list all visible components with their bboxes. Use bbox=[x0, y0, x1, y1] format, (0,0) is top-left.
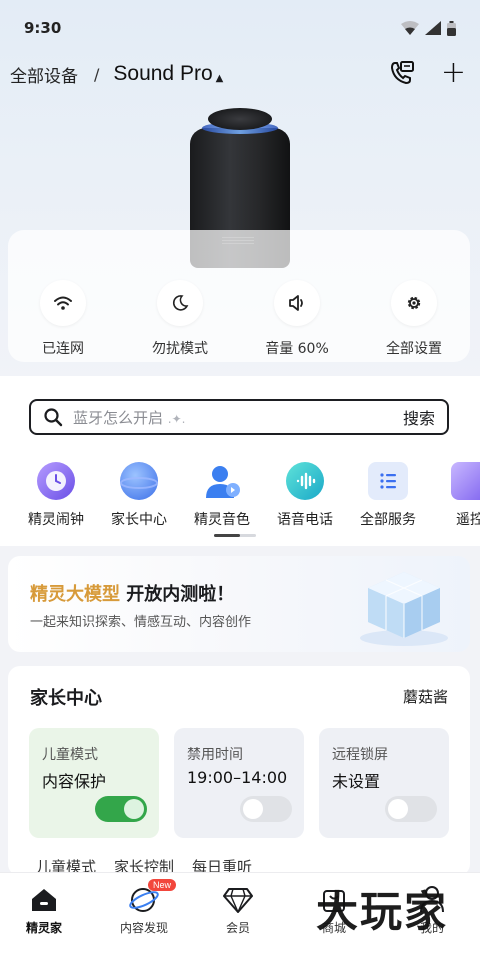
all-devices-link[interactable]: 全部设备 bbox=[10, 62, 78, 87]
tab-home[interactable]: 精灵家 bbox=[4, 883, 84, 936]
nav-actions: + bbox=[389, 58, 466, 88]
new-badge: New bbox=[148, 879, 177, 891]
cell-signal-icon bbox=[425, 21, 441, 35]
status-time: 9:30 bbox=[24, 19, 62, 37]
wifi-signal-icon bbox=[401, 21, 419, 35]
search-icon bbox=[44, 408, 63, 427]
status-bar: 9:30 bbox=[0, 0, 480, 56]
control-label: 全部设置 bbox=[386, 341, 442, 357]
card-value: 内容保护 bbox=[42, 772, 107, 791]
planet-icon bbox=[120, 462, 158, 500]
volume-icon bbox=[289, 295, 303, 311]
list-icon bbox=[368, 462, 408, 500]
tab-membership[interactable]: 会员 bbox=[198, 883, 278, 936]
voice-call-icon bbox=[286, 462, 324, 500]
device-control-card: 已连网 勿扰模式 音量 60% 全部设置 bbox=[8, 230, 470, 362]
section-title: 家长中心 bbox=[30, 688, 102, 709]
shortcut-parent-center[interactable]: 家长中心 bbox=[99, 462, 179, 529]
shortcut-label: 精灵音色 bbox=[194, 512, 250, 528]
card-key: 儿童模式 bbox=[42, 747, 98, 763]
device-caret-icon[interactable]: ▲ bbox=[216, 73, 224, 84]
search-bar[interactable]: 蓝牙怎么开启 .✦. 搜索 bbox=[29, 399, 449, 435]
promo-title: 精灵大模型 开放内测啦！ bbox=[30, 584, 235, 605]
control-volume[interactable]: 音量 60% bbox=[242, 280, 352, 358]
search-input[interactable]: 蓝牙怎么开启 .✦. bbox=[73, 407, 403, 428]
promo-banner[interactable]: 精灵大模型 开放内测啦！ 一起来知识探索、情感互动、内容创作 bbox=[8, 556, 470, 652]
alarm-clock-icon bbox=[37, 462, 75, 500]
device-nav: 全部设备 / Sound Pro ▲ + bbox=[0, 56, 480, 92]
cube-illustration bbox=[360, 572, 448, 646]
parent-center-card: 家长中心 蘑菇酱 儿童模式 内容保护 禁用时间 19:00–14:00 远程锁屏… bbox=[8, 666, 470, 876]
status-icons bbox=[401, 20, 456, 36]
device-selector[interactable]: Sound Pro bbox=[113, 62, 212, 86]
child-mode-toggle[interactable] bbox=[95, 796, 147, 822]
shortcut-remote[interactable]: 遥控 bbox=[430, 462, 480, 529]
watermark-text: 大玩家 bbox=[316, 887, 449, 936]
card-key: 禁用时间 bbox=[187, 747, 243, 763]
disable-time-toggle[interactable] bbox=[240, 796, 292, 822]
breadcrumb-separator: / bbox=[94, 64, 100, 84]
shortcut-all-services[interactable]: 全部服务 bbox=[348, 462, 428, 529]
wifi-icon bbox=[54, 296, 72, 310]
control-label: 勿扰模式 bbox=[152, 341, 208, 357]
shortcut-label: 语音电话 bbox=[277, 512, 333, 528]
child-mode-card[interactable]: 儿童模式 内容保护 bbox=[29, 728, 159, 838]
disable-time-card[interactable]: 禁用时间 19:00–14:00 bbox=[174, 728, 304, 838]
tab-discover[interactable]: New 内容发现 bbox=[104, 879, 184, 936]
shortcut-voice-tone[interactable]: 精灵音色 bbox=[182, 462, 262, 529]
card-value: 19:00–14:00 bbox=[187, 768, 288, 787]
shortcut-alarm[interactable]: 精灵闹钟 bbox=[16, 462, 96, 529]
control-dnd[interactable]: 勿扰模式 bbox=[125, 280, 235, 358]
diamond-icon bbox=[198, 883, 278, 913]
shortcut-label: 家长中心 bbox=[111, 512, 167, 528]
control-label: 音量 60% bbox=[265, 341, 329, 357]
phone-message-icon[interactable] bbox=[389, 60, 415, 86]
battery-icon bbox=[447, 20, 456, 36]
child-name[interactable]: 蘑菇酱 bbox=[403, 686, 448, 707]
remote-lock-toggle[interactable] bbox=[385, 796, 437, 822]
shortcut-row: 精灵闹钟 家长中心 精灵音色 语音电话 全部服务 遥控 bbox=[0, 462, 480, 532]
remote-icon bbox=[451, 462, 480, 500]
add-device-button[interactable]: + bbox=[441, 58, 466, 88]
search-button[interactable]: 搜索 bbox=[403, 405, 435, 429]
shortcut-label: 全部服务 bbox=[360, 512, 416, 528]
card-key: 远程锁屏 bbox=[332, 747, 388, 763]
remote-lock-card[interactable]: 远程锁屏 未设置 bbox=[319, 728, 449, 838]
promo-subtitle: 一起来知识探索、情感互动、内容创作 bbox=[30, 615, 252, 630]
shortcut-voice-call[interactable]: 语音电话 bbox=[265, 462, 345, 529]
card-value: 未设置 bbox=[332, 772, 381, 791]
control-network[interactable]: 已连网 bbox=[8, 280, 118, 358]
shortcut-label: 精灵闹钟 bbox=[28, 512, 84, 528]
control-settings[interactable]: 全部设置 bbox=[359, 280, 469, 358]
control-label: 已连网 bbox=[42, 341, 84, 357]
shortcut-label: 遥控 bbox=[456, 512, 480, 528]
home-icon bbox=[4, 883, 84, 913]
moon-icon bbox=[172, 295, 189, 311]
discover-icon: New bbox=[104, 879, 184, 913]
gear-icon bbox=[407, 296, 421, 310]
voice-avatar-icon bbox=[203, 462, 241, 500]
shortcut-scroll-indicator bbox=[214, 534, 256, 537]
